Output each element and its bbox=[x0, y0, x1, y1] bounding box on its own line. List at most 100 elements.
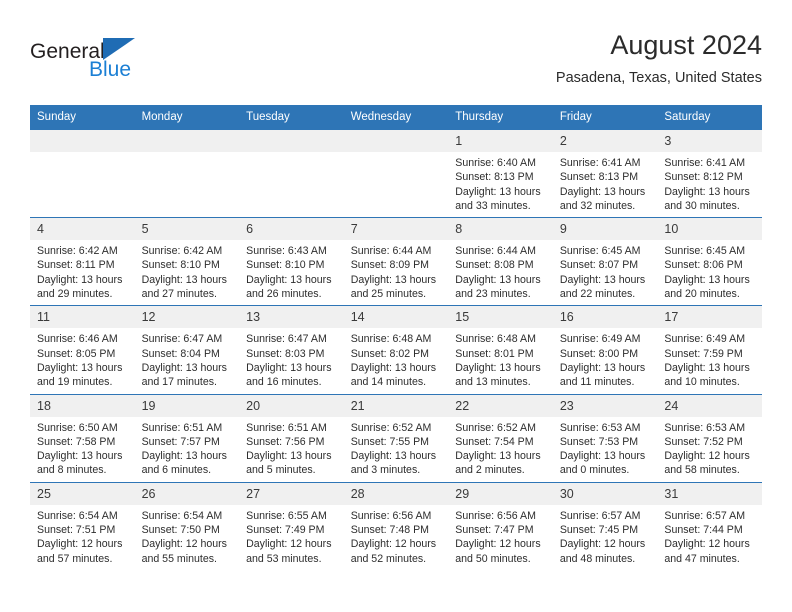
daylight-text-line1: Daylight: 13 hours bbox=[664, 185, 750, 198]
sunset-text: Sunset: 8:03 PM bbox=[246, 347, 325, 360]
daylight-text-line2: and 22 minutes. bbox=[559, 288, 636, 301]
day-number: 8 bbox=[448, 218, 553, 241]
sunrise-text: Sunrise: 6:42 AM bbox=[37, 245, 118, 258]
calendar-day-cell-empty bbox=[239, 128, 344, 218]
calendar-day-cell[interactable]: 22 Sunrise: 6:52 AM Sunset: 7:54 PM Dayligh… bbox=[448, 393, 553, 483]
day-number: 13 bbox=[239, 306, 344, 329]
day-number: 26 bbox=[134, 482, 240, 505]
calendar-day-cell[interactable]: 23 Sunrise: 6:53 AM Sunset: 7:53 PM Dayligh… bbox=[552, 393, 658, 483]
sunset-text: Sunset: 8:09 PM bbox=[350, 259, 430, 272]
daylight-text-line1: Daylight: 13 hours bbox=[246, 450, 332, 463]
daylight-text-line2: and 47 minutes. bbox=[664, 552, 740, 565]
day-number: 5 bbox=[134, 218, 240, 241]
day-number bbox=[239, 130, 344, 152]
day-number: 21 bbox=[343, 394, 449, 417]
sunrise-text: Sunrise: 6:53 AM bbox=[664, 421, 746, 434]
day-details: Sunrise: 6:54 AM Sunset: 7:50 PM Daylight:… bbox=[135, 505, 240, 570]
sunset-text: Sunset: 8:12 PM bbox=[664, 171, 743, 184]
calendar-day-cell[interactable]: 17 Sunrise: 6:49 AM Sunset: 7:59 PM Dayligh… bbox=[657, 305, 762, 395]
daylight-text-line2: and 0 minutes. bbox=[559, 464, 630, 477]
general-blue-logo[interactable]: General Blue bbox=[30, 36, 250, 88]
daylight-text-line2: and 10 minutes. bbox=[664, 376, 740, 389]
day-number: 25 bbox=[30, 482, 135, 505]
calendar-day-cell[interactable]: 21 Sunrise: 6:52 AM Sunset: 7:55 PM Dayligh… bbox=[343, 393, 449, 483]
daylight-text-line2: and 8 minutes. bbox=[37, 464, 107, 477]
calendar-day-cell[interactable]: 20 Sunrise: 6:51 AM Sunset: 7:56 PM Dayligh… bbox=[239, 393, 344, 483]
daylight-text-line2: and 29 minutes. bbox=[37, 288, 113, 301]
page-subtitle-location: Pasadena, Texas, United States bbox=[555, 70, 762, 86]
calendar-weekday-header: Sunday Monday Tuesday Wednesday Thursday… bbox=[30, 105, 762, 130]
daylight-text-line2: and 2 minutes. bbox=[455, 464, 525, 477]
day-number: 12 bbox=[134, 306, 240, 329]
day-details: Sunrise: 6:46 AM Sunset: 8:05 PM Daylight:… bbox=[30, 328, 135, 393]
calendar-day-cell[interactable]: 27 Sunrise: 6:55 AM Sunset: 7:49 PM Dayligh… bbox=[239, 481, 344, 570]
daylight-text-line2: and 50 minutes. bbox=[455, 552, 531, 565]
sunset-text: Sunset: 8:06 PM bbox=[664, 259, 743, 272]
day-number: 3 bbox=[657, 130, 762, 152]
calendar-day-cell[interactable]: 5 Sunrise: 6:42 AM Sunset: 8:10 PM Daylight… bbox=[134, 217, 240, 306]
sunset-text: Sunset: 7:45 PM bbox=[559, 524, 639, 537]
calendar-day-cell[interactable]: 16 Sunrise: 6:49 AM Sunset: 8:00 PM Dayligh… bbox=[552, 305, 658, 395]
day-number: 7 bbox=[343, 218, 449, 241]
day-number: 11 bbox=[30, 306, 135, 329]
day-details: Sunrise: 6:52 AM Sunset: 7:54 PM Daylight:… bbox=[448, 417, 553, 482]
title-block: August 2024 Pasadena, Texas, United Stat… bbox=[556, 28, 762, 89]
calendar-day-cell[interactable]: 2 Sunrise: 6:41 AM Sunset: 8:13 PM Daylight… bbox=[552, 128, 658, 218]
calendar-day-cell[interactable]: 25 Sunrise: 6:54 AM Sunset: 7:51 PM Dayligh… bbox=[30, 481, 135, 570]
daylight-text-line1: Daylight: 13 hours bbox=[141, 273, 227, 286]
day-number: 22 bbox=[448, 394, 553, 417]
sunrise-text: Sunrise: 6:45 AM bbox=[664, 245, 746, 258]
calendar-day-cell[interactable]: 29 Sunrise: 6:56 AM Sunset: 7:47 PM Dayligh… bbox=[448, 481, 553, 570]
calendar-day-cell[interactable]: 12 Sunrise: 6:47 AM Sunset: 8:04 PM Dayligh… bbox=[134, 305, 240, 395]
day-number: 27 bbox=[239, 482, 344, 505]
daylight-text-line1: Daylight: 13 hours bbox=[37, 273, 123, 286]
daylight-text-line2: and 32 minutes. bbox=[559, 199, 636, 212]
calendar-day-cell[interactable]: 18 Sunrise: 6:50 AM Sunset: 7:58 PM Dayligh… bbox=[30, 393, 135, 483]
day-details: Sunrise: 6:53 AM Sunset: 7:53 PM Daylight:… bbox=[553, 417, 658, 482]
day-details: Sunrise: 6:50 AM Sunset: 7:58 PM Daylight:… bbox=[30, 417, 135, 482]
daylight-text-line1: Daylight: 13 hours bbox=[455, 450, 541, 463]
sunset-text: Sunset: 8:01 PM bbox=[455, 347, 534, 360]
calendar-day-cell[interactable]: 19 Sunrise: 6:51 AM Sunset: 7:57 PM Dayligh… bbox=[134, 393, 240, 483]
daylight-text-line1: Daylight: 13 hours bbox=[350, 450, 437, 463]
calendar-day-cell[interactable]: 1 Sunrise: 6:40 AM Sunset: 8:13 PM Daylight… bbox=[448, 128, 553, 218]
day-details: Sunrise: 6:57 AM Sunset: 7:44 PM Daylight:… bbox=[657, 505, 762, 570]
calendar-day-cell[interactable]: 3 Sunrise: 6:41 AM Sunset: 8:12 PM Daylight… bbox=[657, 128, 762, 218]
daylight-text-line2: and 53 minutes. bbox=[246, 552, 322, 565]
day-details: Sunrise: 6:44 AM Sunset: 8:09 PM Daylight:… bbox=[344, 240, 449, 305]
calendar-day-cell[interactable]: 24 Sunrise: 6:53 AM Sunset: 7:52 PM Dayligh… bbox=[657, 393, 762, 483]
calendar-day-cell-empty bbox=[343, 128, 449, 218]
calendar-day-cell[interactable]: 8 Sunrise: 6:44 AM Sunset: 8:08 PM Daylight… bbox=[448, 217, 553, 306]
calendar-day-cell[interactable]: 7 Sunrise: 6:44 AM Sunset: 8:09 PM Daylight… bbox=[343, 217, 449, 306]
day-number: 23 bbox=[552, 394, 658, 417]
calendar-day-cell[interactable]: 9 Sunrise: 6:45 AM Sunset: 8:07 PM Daylight… bbox=[552, 217, 658, 306]
sunrise-text: Sunrise: 6:40 AM bbox=[455, 157, 536, 169]
sunset-text: Sunset: 7:57 PM bbox=[141, 435, 220, 448]
daylight-text-line1: Daylight: 13 hours bbox=[350, 273, 437, 286]
calendar-day-cell[interactable]: 31 Sunrise: 6:57 AM Sunset: 7:44 PM Dayligh… bbox=[657, 481, 762, 570]
calendar-day-cell[interactable]: 6 Sunrise: 6:43 AM Sunset: 8:10 PM Daylight… bbox=[239, 217, 344, 306]
calendar-day-cell[interactable]: 15 Sunrise: 6:48 AM Sunset: 8:01 PM Dayligh… bbox=[448, 305, 553, 395]
daylight-text-line1: Daylight: 13 hours bbox=[559, 450, 646, 463]
daylight-text-line1: Daylight: 13 hours bbox=[455, 361, 541, 374]
calendar-day-cell[interactable]: 4 Sunrise: 6:42 AM Sunset: 8:11 PM Daylight… bbox=[30, 217, 135, 306]
sunrise-text: Sunrise: 6:48 AM bbox=[350, 333, 432, 346]
daylight-text-line2: and 52 minutes. bbox=[350, 552, 427, 565]
day-details: Sunrise: 6:42 AM Sunset: 8:10 PM Daylight:… bbox=[135, 240, 240, 305]
sunrise-text: Sunrise: 6:42 AM bbox=[141, 245, 223, 258]
calendar-week-row: 25 Sunrise: 6:54 AM Sunset: 7:51 PM Dayligh… bbox=[30, 481, 762, 570]
sunset-text: Sunset: 7:54 PM bbox=[455, 435, 534, 448]
calendar-day-cell[interactable]: 30 Sunrise: 6:57 AM Sunset: 7:45 PM Dayligh… bbox=[552, 481, 658, 570]
sunrise-text: Sunrise: 6:45 AM bbox=[559, 245, 641, 258]
daylight-text-line1: Daylight: 13 hours bbox=[37, 450, 123, 463]
calendar-day-cell[interactable]: 14 Sunrise: 6:48 AM Sunset: 8:02 PM Dayligh… bbox=[343, 305, 449, 395]
page-title: August 2024 bbox=[610, 30, 762, 60]
calendar-day-cell[interactable]: 28 Sunrise: 6:56 AM Sunset: 7:48 PM Dayligh… bbox=[343, 481, 449, 570]
calendar-day-cell[interactable]: 11 Sunrise: 6:46 AM Sunset: 8:05 PM Dayligh… bbox=[30, 305, 135, 395]
daylight-text-line1: Daylight: 12 hours bbox=[246, 538, 332, 551]
day-number: 9 bbox=[552, 218, 658, 241]
calendar-day-cell[interactable]: 10 Sunrise: 6:45 AM Sunset: 8:06 PM Dayligh… bbox=[657, 217, 762, 306]
calendar-day-cell[interactable]: 13 Sunrise: 6:47 AM Sunset: 8:03 PM Dayligh… bbox=[239, 305, 344, 395]
calendar-day-cell[interactable]: 26 Sunrise: 6:54 AM Sunset: 7:50 PM Dayligh… bbox=[134, 481, 240, 570]
sunset-text: Sunset: 7:50 PM bbox=[141, 524, 220, 537]
